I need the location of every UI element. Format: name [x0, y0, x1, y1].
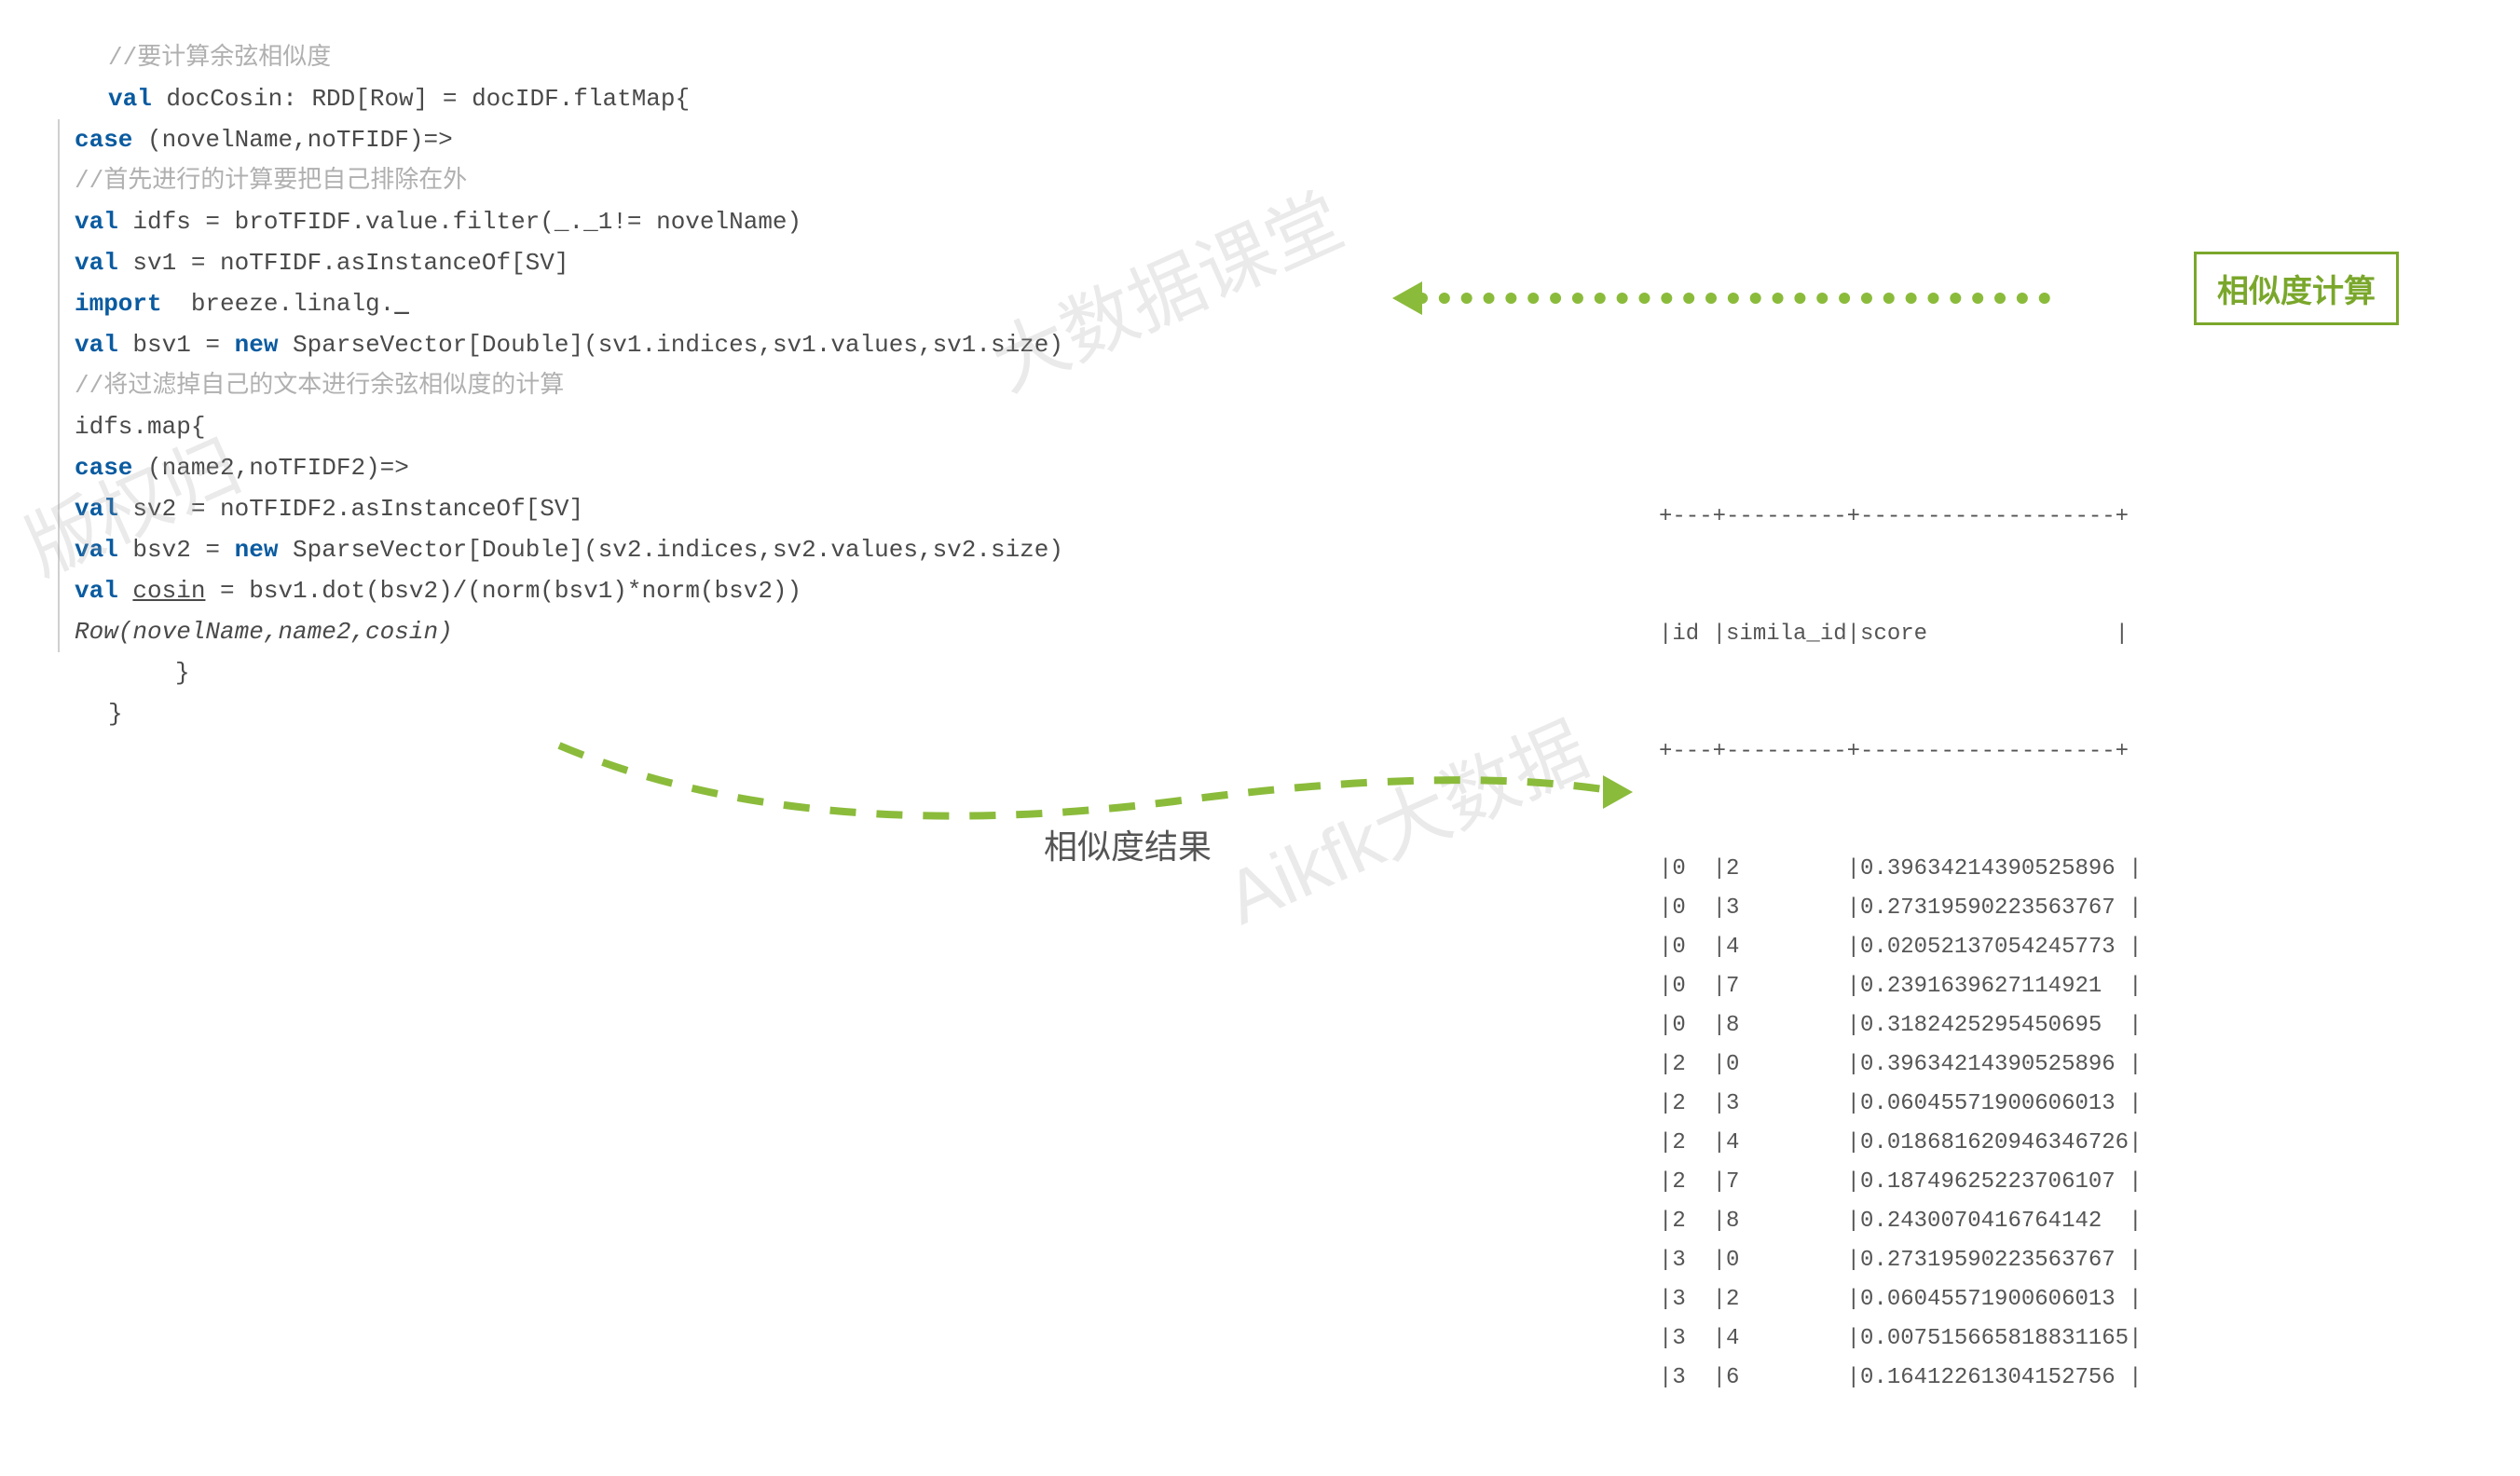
table-row: |3 |6 |0.16412261304152756 | — [1659, 1359, 2142, 1398]
table-row: |2 |4 |0.018681620946346726| — [1659, 1124, 2142, 1163]
table-border: +---+---------+-------------------+ — [1659, 732, 2142, 772]
table-row: |2 |0 |0.39634214390525896 | — [1659, 1046, 2142, 1085]
dashed-arrow-head-icon — [1603, 775, 1633, 809]
table-row: |0 |7 |0.2391639627114921 | — [1659, 967, 2142, 1006]
table-row: |2 |8 |0.2430070416764142 | — [1659, 1202, 2142, 1241]
similarity-result-label: 相似度结果 — [1044, 820, 1212, 868]
code-line: val idfs = broTFIDF.value.filter(_._1!= … — [58, 201, 2445, 242]
table-row: |0 |2 |0.39634214390525896 | — [1659, 850, 2142, 889]
table-row: |2 |7 |0.18749625223706107 | — [1659, 1163, 2142, 1202]
table-row: |3 |4 |0.007515665818831165| — [1659, 1319, 2142, 1359]
code-comment: //要计算余弦相似度 — [75, 37, 2445, 78]
table-border: +---+---------+-------------------+ — [1659, 498, 2142, 537]
table-row: |2 |3 |0.06045571900606013 | — [1659, 1085, 2142, 1124]
code-line: case (novelName,noTFIDF)=> — [58, 119, 2445, 160]
code-line: import breeze.linalg._ — [58, 283, 2445, 324]
code-line: val sv1 = noTFIDF.asInstanceOf[SV] — [58, 242, 2445, 283]
table-row: |3 |0 |0.27319590223563767 | — [1659, 1241, 2142, 1280]
code-line: val docCosin: RDD[Row] = docIDF.flatMap{ — [75, 78, 2445, 119]
table-header: |id |simila_id|score | — [1659, 615, 2142, 654]
code-line: val bsv1 = new SparseVector[Double](sv1.… — [58, 324, 2445, 365]
code-comment: //将过滤掉自己的文本进行余弦相似度的计算 — [58, 365, 2445, 406]
dotted-arrow-head-icon — [1392, 281, 1422, 315]
similarity-calc-label: 相似度计算 — [2194, 252, 2399, 325]
table-row: |0 |3 |0.27319590223563767 | — [1659, 889, 2142, 928]
table-row: |0 |4 |0.02052137054245773 | — [1659, 928, 2142, 967]
table-row: |3 |2 |0.06045571900606013 | — [1659, 1280, 2142, 1319]
dotted-arrow-line — [1417, 293, 2050, 304]
page: 大数据课堂 Aikfk大数据 版权归 //要计算余弦相似度 val docCos… — [0, 0, 2520, 1139]
table-row: |0 |8 |0.3182425295450695 | — [1659, 1006, 2142, 1046]
code-comment: //首先进行的计算要把自己排除在外 — [58, 160, 2445, 201]
result-table: +---+---------+-------------------+ |id … — [1659, 419, 2142, 1476]
